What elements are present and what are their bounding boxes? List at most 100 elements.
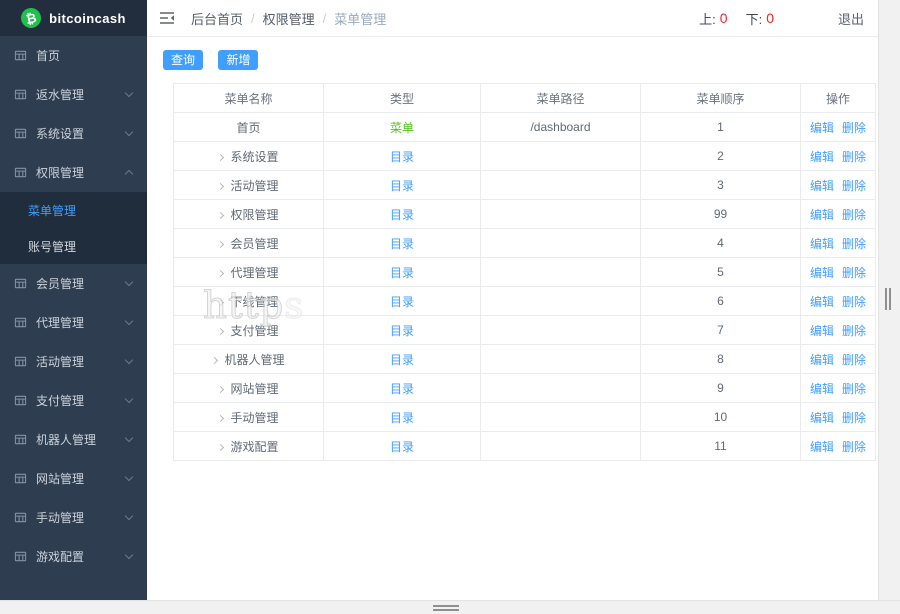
delete-link[interactable]: 删除 [842, 411, 866, 425]
cell-path [481, 142, 641, 171]
cell-path [481, 229, 641, 258]
edit-link[interactable]: 编辑 [810, 440, 834, 454]
table-row: 会员管理目录4编辑删除 [174, 229, 876, 258]
type-label: 菜单 [390, 121, 414, 135]
sidebar-item-label: 支付管理 [36, 392, 84, 409]
chevron-down-icon [125, 395, 133, 403]
main-content: 查询 新增 菜单名称类型菜单路径菜单顺序操作 首页菜单/dashboard1编辑… [147, 37, 878, 600]
menu-name-text: 权限管理 [230, 208, 278, 222]
edit-link[interactable]: 编辑 [810, 121, 834, 135]
chevron-right-icon[interactable] [217, 414, 224, 421]
brand-logo[interactable]: ₿ bitcoincash [0, 0, 147, 36]
chevron-right-icon[interactable] [217, 269, 224, 276]
sidebar-subitem-menu-management[interactable]: 菜单管理 [0, 192, 147, 228]
breadcrumb-item[interactable]: 权限管理 [263, 9, 315, 28]
delete-link[interactable]: 删除 [842, 440, 866, 454]
edit-link[interactable]: 编辑 [810, 324, 834, 338]
edit-link[interactable]: 编辑 [810, 266, 834, 280]
menu-name-text: 下线管理 [230, 295, 278, 309]
cell-order: 4 [641, 229, 801, 258]
logout-button[interactable]: 退出 [838, 9, 864, 28]
edit-link[interactable]: 编辑 [810, 208, 834, 222]
edit-link[interactable]: 编辑 [810, 411, 834, 425]
horizontal-scrollbar-thumb[interactable] [433, 605, 459, 607]
sidebar-item-payment[interactable]: 支付管理 [0, 381, 147, 420]
add-button[interactable]: 新增 [218, 50, 258, 70]
menu-fold-icon[interactable] [159, 11, 175, 25]
chevron-right-icon[interactable] [217, 298, 224, 305]
sidebar-item-agent[interactable]: 代理管理 [0, 303, 147, 342]
sidebar-item-rebate[interactable]: 返水管理 [0, 75, 147, 114]
cell-actions: 编辑删除 [801, 432, 876, 461]
edit-link[interactable]: 编辑 [810, 179, 834, 193]
type-label: 目录 [390, 382, 414, 396]
delete-link[interactable]: 删除 [842, 179, 866, 193]
sidebar-item-home[interactable]: 首页 [0, 36, 147, 75]
sidebar-item-game-config[interactable]: 游戏配置 [0, 537, 147, 576]
sidebar-item-label: 手动管理 [36, 509, 84, 526]
cell-type: 目录 [324, 287, 481, 316]
edit-link[interactable]: 编辑 [810, 237, 834, 251]
table-row: 下线管理 目录 6 编辑删除 [174, 287, 876, 316]
sidebar-item-activity[interactable]: 活动管理 [0, 342, 147, 381]
cell-order: 8 [641, 345, 801, 374]
sidebar-item-member[interactable]: 会员管理 [0, 264, 147, 303]
table-grid-icon [14, 394, 27, 407]
type-label: 目录 [390, 237, 414, 251]
vertical-scrollbar-thumb[interactable] [885, 288, 887, 310]
delete-link[interactable]: 删除 [842, 295, 866, 309]
sidebar-item-website[interactable]: 网站管理 [0, 459, 147, 498]
cell-actions: 编辑删除 [801, 403, 876, 432]
chevron-right-icon[interactable] [217, 153, 224, 160]
delete-link[interactable]: 删除 [842, 382, 866, 396]
cell-actions: 编辑删除 [801, 142, 876, 171]
cell-type: 目录 [324, 403, 481, 432]
cell-path [481, 287, 641, 316]
sidebar-item-label: 返水管理 [36, 86, 84, 103]
edit-link[interactable]: 编辑 [810, 295, 834, 309]
sidebar-item-label: 系统设置 [36, 125, 84, 142]
chevron-right-icon[interactable] [217, 240, 224, 247]
delete-link[interactable]: 删除 [842, 266, 866, 280]
edit-link[interactable]: 编辑 [810, 150, 834, 164]
delete-link[interactable]: 删除 [842, 150, 866, 164]
edit-link[interactable]: 编辑 [810, 382, 834, 396]
delete-link[interactable]: 删除 [842, 237, 866, 251]
delete-link[interactable]: 删除 [842, 121, 866, 135]
type-label: 目录 [390, 150, 414, 164]
cell-path [481, 403, 641, 432]
sidebar-subitem-account-management[interactable]: 账号管理 [0, 228, 147, 264]
sidebar-menu: 首页返水管理系统设置权限管理菜单管理账号管理会员管理代理管理活动管理支付管理机器… [0, 36, 147, 576]
chevron-right-icon[interactable] [217, 211, 224, 218]
chevron-right-icon[interactable] [217, 385, 224, 392]
chevron-right-icon[interactable] [217, 182, 224, 189]
cell-menu-name: 机器人管理 [174, 345, 324, 374]
column-header: 类型 [324, 84, 481, 113]
sidebar-item-system-settings[interactable]: 系统设置 [0, 114, 147, 153]
type-label: 目录 [390, 208, 414, 222]
type-label: 目录 [390, 353, 414, 367]
cell-order: 6 [641, 287, 801, 316]
brand-name: bitcoincash [49, 11, 126, 26]
delete-link[interactable]: 删除 [842, 208, 866, 222]
breadcrumb-item[interactable]: 后台首页 [191, 9, 243, 28]
delete-link[interactable]: 删除 [842, 353, 866, 367]
chevron-right-icon[interactable] [217, 443, 224, 450]
menu-name-text: 支付管理 [230, 324, 278, 338]
delete-link[interactable]: 删除 [842, 324, 866, 338]
chevron-right-icon[interactable] [217, 327, 224, 334]
query-button[interactable]: 查询 [163, 50, 203, 70]
edit-link[interactable]: 编辑 [810, 353, 834, 367]
type-label: 目录 [390, 266, 414, 280]
sidebar-item-permission[interactable]: 权限管理 [0, 153, 147, 192]
chevron-right-icon[interactable] [211, 356, 218, 363]
menu-table: 菜单名称类型菜单路径菜单顺序操作 首页菜单/dashboard1编辑删除系统设置… [173, 83, 876, 461]
cell-path [481, 432, 641, 461]
table-row: 活动管理目录3编辑删除 [174, 171, 876, 200]
sidebar-item-label: 首页 [36, 47, 60, 64]
cell-type: 目录 [324, 316, 481, 345]
menu-name-text: 代理管理 [230, 266, 278, 280]
sidebar-item-robot[interactable]: 机器人管理 [0, 420, 147, 459]
sidebar-item-manual[interactable]: 手动管理 [0, 498, 147, 537]
cell-order: 7 [641, 316, 801, 345]
